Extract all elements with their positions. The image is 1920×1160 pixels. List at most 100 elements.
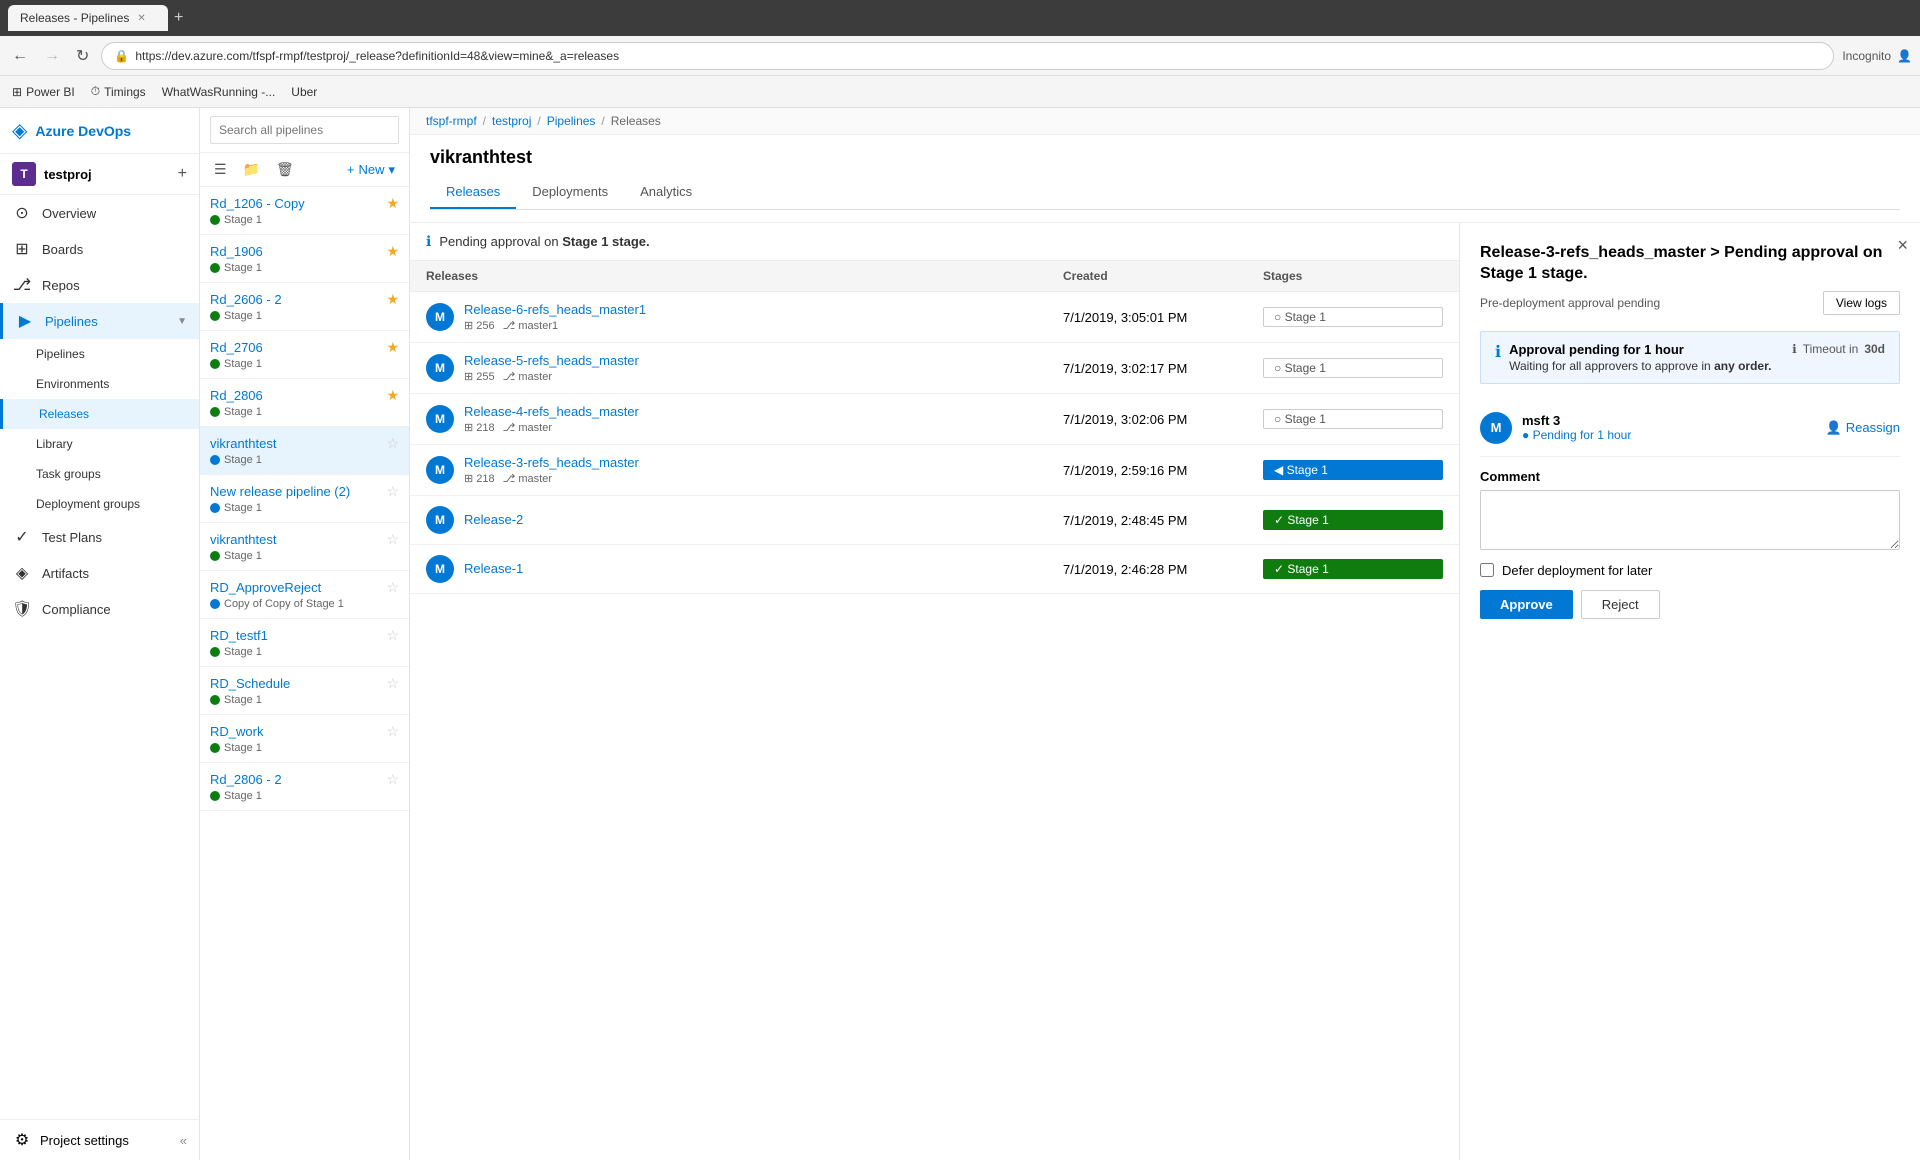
sidebar-item-task-groups[interactable]: Task groups [0, 459, 199, 489]
comment-input[interactable] [1480, 490, 1900, 550]
new-pipeline-button[interactable]: + New ▾ [341, 158, 401, 182]
release-link[interactable]: Release-4-refs_heads_master [464, 404, 639, 419]
sidebar-footer[interactable]: ⚙ Project settings « [0, 1119, 199, 1160]
pipeline-item-link[interactable]: RD_Schedule [210, 676, 290, 691]
view-logs-button[interactable]: View logs [1823, 291, 1900, 315]
pipeline-item-link[interactable]: Rd_1206 - Copy [210, 196, 305, 211]
release-stage-badge[interactable]: ✓ Stage 1 [1263, 510, 1443, 530]
release-stage-badge[interactable]: ○ Stage 1 [1263, 358, 1443, 378]
pipeline-item-link[interactable]: Rd_2706 [210, 340, 263, 355]
pipeline-star-icon[interactable]: ☆ [386, 627, 399, 644]
project-add-button[interactable]: + [178, 165, 187, 183]
pipeline-star-icon[interactable]: ★ [386, 195, 399, 212]
pipeline-star-icon[interactable]: ★ [386, 243, 399, 260]
release-link[interactable]: Release-2 [464, 512, 523, 527]
pipeline-list-item[interactable]: New release pipeline (2) ☆ Stage 1 [200, 475, 409, 523]
breadcrumb-org[interactable]: tfspf-rmpf [426, 114, 477, 128]
bookmark-whatwasrunning[interactable]: WhatWasRunning -... [162, 85, 276, 99]
address-bar[interactable]: 🔒 https://dev.azure.com/tfspf-rmpf/testp… [101, 42, 1834, 70]
pipeline-list-item[interactable]: vikranthtest ☆ Stage 1 [200, 523, 409, 571]
release-stage-badge[interactable]: ○ Stage 1 [1263, 409, 1443, 429]
list-view-button[interactable]: ☰ [208, 157, 233, 182]
table-row[interactable]: M Release-3-refs_heads_master ⊞ 218⎇ mas… [410, 445, 1459, 496]
breadcrumb-pipelines[interactable]: Pipelines [547, 114, 596, 128]
pipeline-list-item[interactable]: Rd_1906 ★ Stage 1 [200, 235, 409, 283]
bookmark-powerbi[interactable]: ⊞ Power BI [12, 85, 75, 99]
release-stage-badge[interactable]: ◀ Stage 1 [1263, 460, 1443, 480]
pipeline-search-input[interactable] [210, 116, 399, 144]
pipeline-star-icon[interactable]: ★ [386, 387, 399, 404]
pipeline-list-item[interactable]: RD_ApproveReject ☆ Copy of Copy of Stage… [200, 571, 409, 619]
new-tab-button[interactable]: + [170, 9, 187, 27]
refresh-button[interactable]: ↻ [72, 42, 93, 70]
pipeline-item-link[interactable]: Rd_1906 [210, 244, 263, 259]
sidebar-item-test-plans[interactable]: ✓ Test Plans [0, 519, 199, 555]
release-stage-badge[interactable]: ✓ Stage 1 [1263, 559, 1443, 579]
pipeline-star-icon[interactable]: ★ [386, 291, 399, 308]
pipeline-list-item[interactable]: Rd_2806 ★ Stage 1 [200, 379, 409, 427]
pipeline-list-item[interactable]: RD_work ☆ Stage 1 [200, 715, 409, 763]
tab-releases[interactable]: Releases [430, 176, 516, 209]
reject-button[interactable]: Reject [1581, 590, 1660, 619]
pipeline-item-link[interactable]: RD_work [210, 724, 263, 739]
pipeline-star-icon[interactable]: ☆ [386, 771, 399, 788]
pipeline-star-icon[interactable]: ☆ [386, 435, 399, 452]
reassign-button[interactable]: 👤 Reassign [1826, 420, 1900, 436]
pipeline-list-item[interactable]: RD_testf1 ☆ Stage 1 [200, 619, 409, 667]
pipeline-star-icon[interactable]: ☆ [386, 675, 399, 692]
sidebar-item-pipelines-sub[interactable]: Pipelines [0, 339, 199, 369]
tab-close-button[interactable]: ✕ [137, 13, 145, 24]
bookmark-uber[interactable]: Uber [291, 85, 317, 99]
tab-analytics[interactable]: Analytics [624, 176, 708, 209]
pipeline-star-icon[interactable]: ★ [386, 339, 399, 356]
pipeline-star-icon[interactable]: ☆ [386, 483, 399, 500]
pipeline-item-link[interactable]: Rd_2806 [210, 388, 263, 403]
pipeline-list-item[interactable]: vikranthtest ☆ Stage 1 [200, 427, 409, 475]
active-tab[interactable]: Releases - Pipelines ✕ [8, 5, 168, 31]
sidebar-item-pipelines[interactable]: ▶ Pipelines ▼ [0, 303, 199, 339]
collapse-sidebar-button[interactable]: « [180, 1133, 187, 1148]
sidebar-item-releases[interactable]: Releases [0, 399, 199, 429]
approve-button[interactable]: Approve [1480, 590, 1573, 619]
sidebar-item-boards[interactable]: ⊞ Boards [0, 231, 199, 267]
table-row[interactable]: M Release-6-refs_heads_master1 ⊞ 256⎇ ma… [410, 292, 1459, 343]
release-link[interactable]: Release-6-refs_heads_master1 [464, 302, 646, 317]
table-row[interactable]: M Release-5-refs_heads_master ⊞ 255⎇ mas… [410, 343, 1459, 394]
delete-button[interactable]: 🗑 [270, 157, 300, 182]
table-row[interactable]: M Release-2 7/1/2019, 2:48:45 PM ✓ Stage… [410, 496, 1459, 545]
pipeline-star-icon[interactable]: ☆ [386, 579, 399, 596]
pipeline-item-link[interactable]: RD_testf1 [210, 628, 268, 643]
sidebar-item-overview[interactable]: ⊙ Overview [0, 195, 199, 231]
sidebar-item-compliance[interactable]: 🛡 Compliance [0, 591, 199, 627]
sidebar-item-repos[interactable]: ⎇ Repos [0, 267, 199, 303]
table-row[interactable]: M Release-1 7/1/2019, 2:46:28 PM ✓ Stage… [410, 545, 1459, 594]
pipeline-list-item[interactable]: Rd_2806 - 2 ☆ Stage 1 [200, 763, 409, 811]
release-link[interactable]: Release-3-refs_heads_master [464, 455, 639, 470]
pipeline-list-item[interactable]: Rd_2706 ★ Stage 1 [200, 331, 409, 379]
pipeline-list-item[interactable]: Rd_2606 - 2 ★ Stage 1 [200, 283, 409, 331]
pipeline-item-link[interactable]: Rd_2606 - 2 [210, 292, 282, 307]
pipeline-list-item[interactable]: Rd_1206 - Copy ★ Stage 1 [200, 187, 409, 235]
pipeline-star-icon[interactable]: ☆ [386, 531, 399, 548]
pipeline-item-link[interactable]: Rd_2806 - 2 [210, 772, 282, 787]
tab-deployments[interactable]: Deployments [516, 176, 624, 209]
breadcrumb-project[interactable]: testproj [492, 114, 531, 128]
sidebar-item-deployment-groups[interactable]: Deployment groups [0, 489, 199, 519]
table-row[interactable]: M Release-4-refs_heads_master ⊞ 218⎇ mas… [410, 394, 1459, 445]
pipeline-item-link[interactable]: vikranthtest [210, 436, 276, 451]
defer-checkbox[interactable] [1480, 563, 1494, 577]
pipeline-item-link[interactable]: vikranthtest [210, 532, 276, 547]
sidebar-item-library[interactable]: Library [0, 429, 199, 459]
sidebar-item-environments[interactable]: Environments [0, 369, 199, 399]
pipeline-item-link[interactable]: RD_ApproveReject [210, 580, 321, 595]
pipeline-list-item[interactable]: RD_Schedule ☆ Stage 1 [200, 667, 409, 715]
bookmark-timings[interactable]: ⏱ Timings [91, 84, 146, 99]
pipeline-item-link[interactable]: New release pipeline (2) [210, 484, 350, 499]
release-link[interactable]: Release-5-refs_heads_master [464, 353, 639, 368]
sidebar-project[interactable]: T testproj + [0, 154, 199, 195]
pipeline-star-icon[interactable]: ☆ [386, 723, 399, 740]
sidebar-item-artifacts[interactable]: ◈ Artifacts [0, 555, 199, 591]
release-link[interactable]: Release-1 [464, 561, 523, 576]
panel-close-button[interactable]: × [1897, 235, 1908, 256]
folder-view-button[interactable]: 📁 [237, 157, 266, 182]
